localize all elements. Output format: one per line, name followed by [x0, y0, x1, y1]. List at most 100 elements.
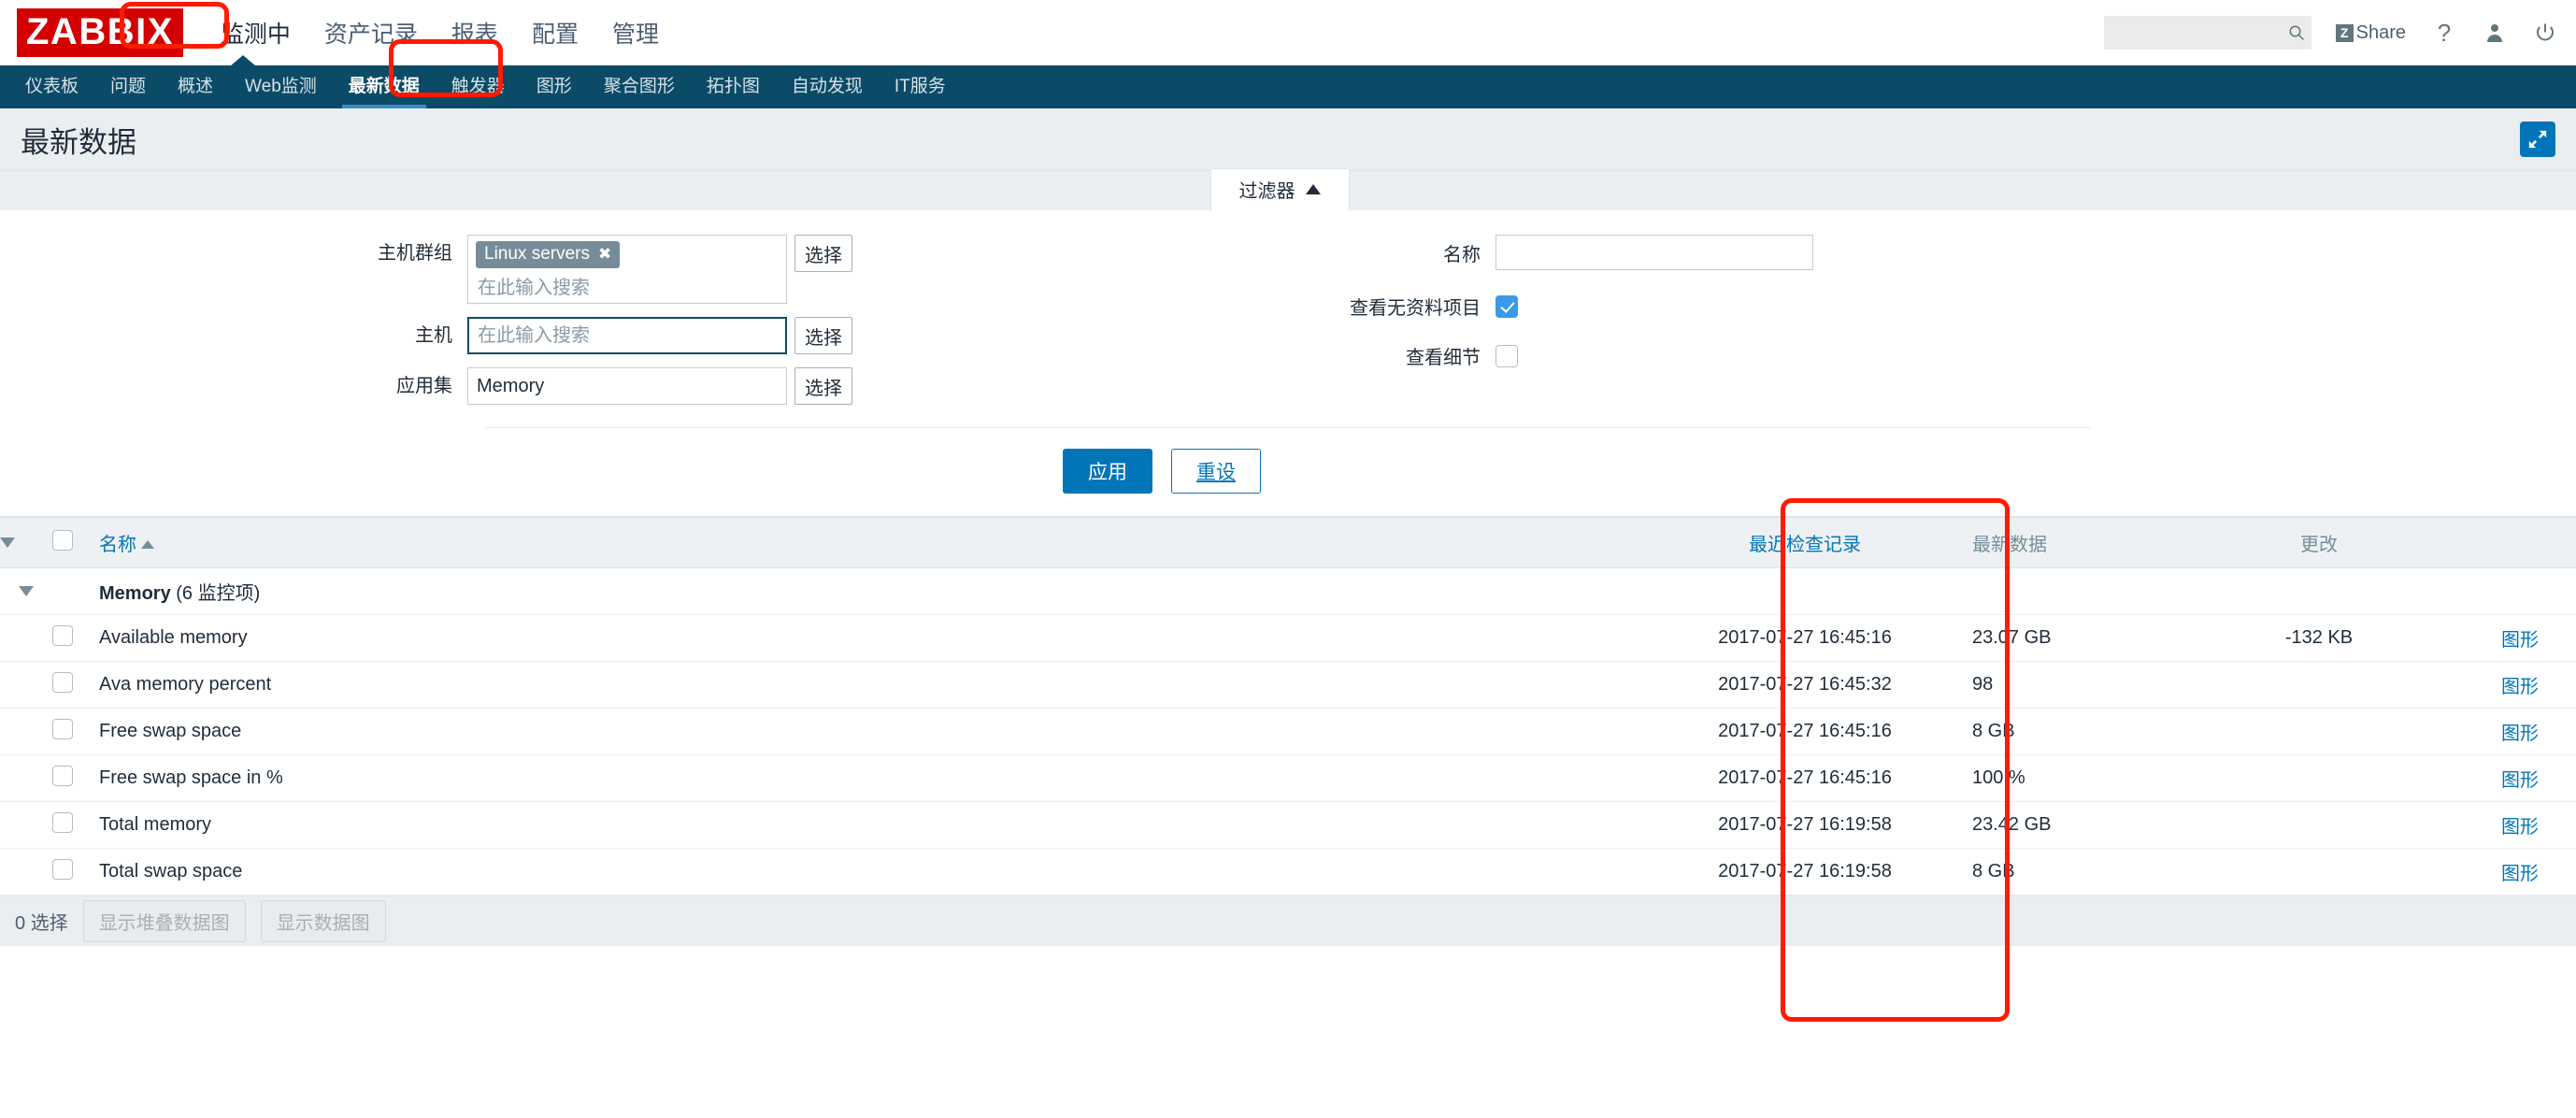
row-checkbox[interactable]: [52, 811, 73, 833]
subnav-item-it-services[interactable]: IT服务: [879, 65, 962, 108]
filter-field-host-group: 主机群组 Linux servers ✖ 在此输入搜索 选择: [0, 235, 1252, 304]
host-select-button[interactable]: 选择: [794, 317, 852, 354]
row-select-cell[interactable]: [52, 754, 88, 802]
graph-link[interactable]: 图形: [2501, 770, 2539, 791]
subnav-item-maps[interactable]: 拓扑图: [691, 65, 776, 108]
row-checkbox[interactable]: [52, 624, 73, 646]
row-select-cell[interactable]: [52, 801, 88, 849]
row-change: [2174, 661, 2464, 709]
filter-field-show-items-without-data: 查看无资料项目: [1252, 293, 1813, 320]
application-input[interactable]: [467, 367, 787, 405]
row-graph-cell[interactable]: 图形: [2464, 708, 2576, 755]
zabbix-logo[interactable]: ZABBIX: [17, 8, 183, 57]
row-select-cell[interactable]: [52, 661, 88, 709]
row-item-name: Available memory: [88, 614, 1660, 662]
graph-link[interactable]: 图形: [2501, 817, 2539, 838]
subnav-item-problems[interactable]: 问题: [94, 65, 162, 108]
row-checkbox[interactable]: [52, 858, 73, 880]
share-button[interactable]: Z Share: [2335, 22, 2406, 44]
apply-button[interactable]: 应用: [1063, 449, 1152, 494]
column-header-name[interactable]: 名称: [88, 517, 1660, 568]
row-checkbox[interactable]: [52, 718, 73, 739]
row-select-cell[interactable]: [52, 708, 88, 755]
subnav-item-discovery[interactable]: 自动发现: [776, 65, 879, 108]
row-graph-cell[interactable]: 图形: [2464, 661, 2576, 709]
subnav-item-triggers[interactable]: 触发器: [436, 65, 521, 108]
search-icon[interactable]: [2288, 24, 2305, 41]
collapse-all-header[interactable]: [0, 517, 52, 568]
filter-panel: 主机群组 Linux servers ✖ 在此输入搜索 选择 主机 选择 应用集: [0, 210, 2576, 517]
row-last-check: 2017-07-27 16:45:32: [1660, 661, 1950, 709]
row-change: [2174, 754, 2464, 802]
filter-field-host: 主机 选择: [0, 317, 1252, 354]
group-collapse-toggle[interactable]: [0, 567, 52, 615]
search-input[interactable]: [2103, 16, 2311, 50]
group-name-cell: Memory (6 监控项): [88, 567, 2576, 615]
sub-navigation: 仪表板 问题 概述 Web监测 最新数据 触发器 图形 聚合图形 拓扑图 自动发…: [0, 55, 2576, 108]
select-all-checkbox[interactable]: [52, 529, 73, 551]
graph-link[interactable]: 图形: [2501, 677, 2539, 697]
row-graph-cell[interactable]: 图形: [2464, 754, 2576, 802]
graph-link[interactable]: 图形: [2501, 724, 2539, 744]
row-last-check: 2017-07-27 16:45:16: [1660, 708, 1950, 755]
name-input[interactable]: [1496, 235, 1813, 270]
table-rows-body: Available memory 2017-07-27 16:45:16 23.07…: [0, 614, 2576, 896]
row-graph-cell[interactable]: 图形: [2464, 848, 2576, 896]
subnav-item-overview[interactable]: 概述: [162, 65, 229, 108]
host-group-multiselect[interactable]: Linux servers ✖ 在此输入搜索: [467, 235, 787, 304]
main-navigation: 监测中 资产记录 报表 配置 管理: [204, 10, 676, 55]
table-group-row: Memory (6 监控项): [0, 567, 2576, 615]
host-group-chip[interactable]: Linux servers ✖: [476, 241, 621, 268]
display-graph-button[interactable]: 显示数据图: [260, 900, 386, 942]
row-graph-cell[interactable]: 图形: [2464, 614, 2576, 662]
show-items-without-data-checkbox[interactable]: [1496, 294, 1518, 318]
fullscreen-button[interactable]: [2520, 122, 2555, 157]
row-select-cell[interactable]: [52, 614, 88, 662]
graph-link[interactable]: 图形: [2501, 630, 2539, 651]
nav-item-reports[interactable]: 报表: [435, 10, 515, 55]
sign-out-button[interactable]: [2533, 21, 2557, 45]
host-input[interactable]: [467, 317, 787, 354]
remove-chip-icon[interactable]: ✖: [598, 245, 611, 264]
show-details-checkbox[interactable]: [1496, 344, 1518, 367]
group-item-count: (6 监控项): [176, 583, 261, 604]
row-checkbox[interactable]: [52, 671, 73, 693]
filter-left-column: 主机群组 Linux servers ✖ 在此输入搜索 选择 主机 选择 应用集: [0, 235, 1252, 418]
subnav-item-screens[interactable]: 聚合图形: [588, 65, 691, 108]
row-item-name: Free swap space: [88, 708, 1660, 755]
filter-toggle-tab[interactable]: 过滤器: [1209, 168, 1350, 210]
chevron-up-icon: [1305, 184, 1321, 194]
help-button[interactable]: ?: [2432, 21, 2456, 45]
display-stacked-graph-button[interactable]: 显示堆叠数据图: [82, 900, 246, 942]
host-group-select-button[interactable]: 选择: [794, 235, 852, 272]
subnav-item-latest-data[interactable]: 最新数据: [333, 65, 436, 108]
global-search[interactable]: [2103, 16, 2311, 50]
nav-item-inventory[interactable]: 资产记录: [308, 10, 435, 55]
row-graph-cell[interactable]: 图形: [2464, 801, 2576, 849]
user-profile-button[interactable]: [2483, 21, 2507, 45]
select-all-header[interactable]: [52, 517, 88, 568]
top-header: ZABBIX 监测中 资产记录 报表 配置 管理 Z Share ?: [0, 0, 2576, 65]
row-last-value: 8 GB: [1950, 848, 2174, 896]
reset-button[interactable]: 重设: [1171, 449, 1261, 494]
nav-item-administration[interactable]: 管理: [595, 10, 676, 55]
share-label: Share: [2355, 22, 2406, 43]
nav-item-monitoring[interactable]: 监测中: [204, 10, 308, 55]
row-checkbox[interactable]: [52, 765, 73, 786]
column-header-last-check[interactable]: 最近检查记录: [1660, 517, 1950, 568]
chevron-down-icon[interactable]: [19, 586, 34, 596]
page-title: 最新数据: [21, 125, 136, 159]
nav-item-configuration[interactable]: 配置: [515, 10, 595, 55]
filter-field-show-details: 查看细节: [1252, 342, 1813, 369]
subnav-item-graphs[interactable]: 图形: [521, 65, 588, 108]
chevron-down-icon[interactable]: [0, 538, 15, 548]
application-select-button[interactable]: 选择: [794, 367, 852, 405]
host-group-placeholder[interactable]: 在此输入搜索: [476, 268, 779, 299]
row-item-name: Total memory: [88, 801, 1660, 849]
subnav-item-dashboard[interactable]: 仪表板: [9, 65, 94, 108]
row-select-cell[interactable]: [52, 848, 88, 896]
subnav-item-web[interactable]: Web监测: [229, 65, 333, 108]
filter-actions: 应用 重设: [0, 428, 2576, 516]
graph-link[interactable]: 图形: [2501, 864, 2539, 884]
row-last-value: 98: [1950, 661, 2174, 709]
